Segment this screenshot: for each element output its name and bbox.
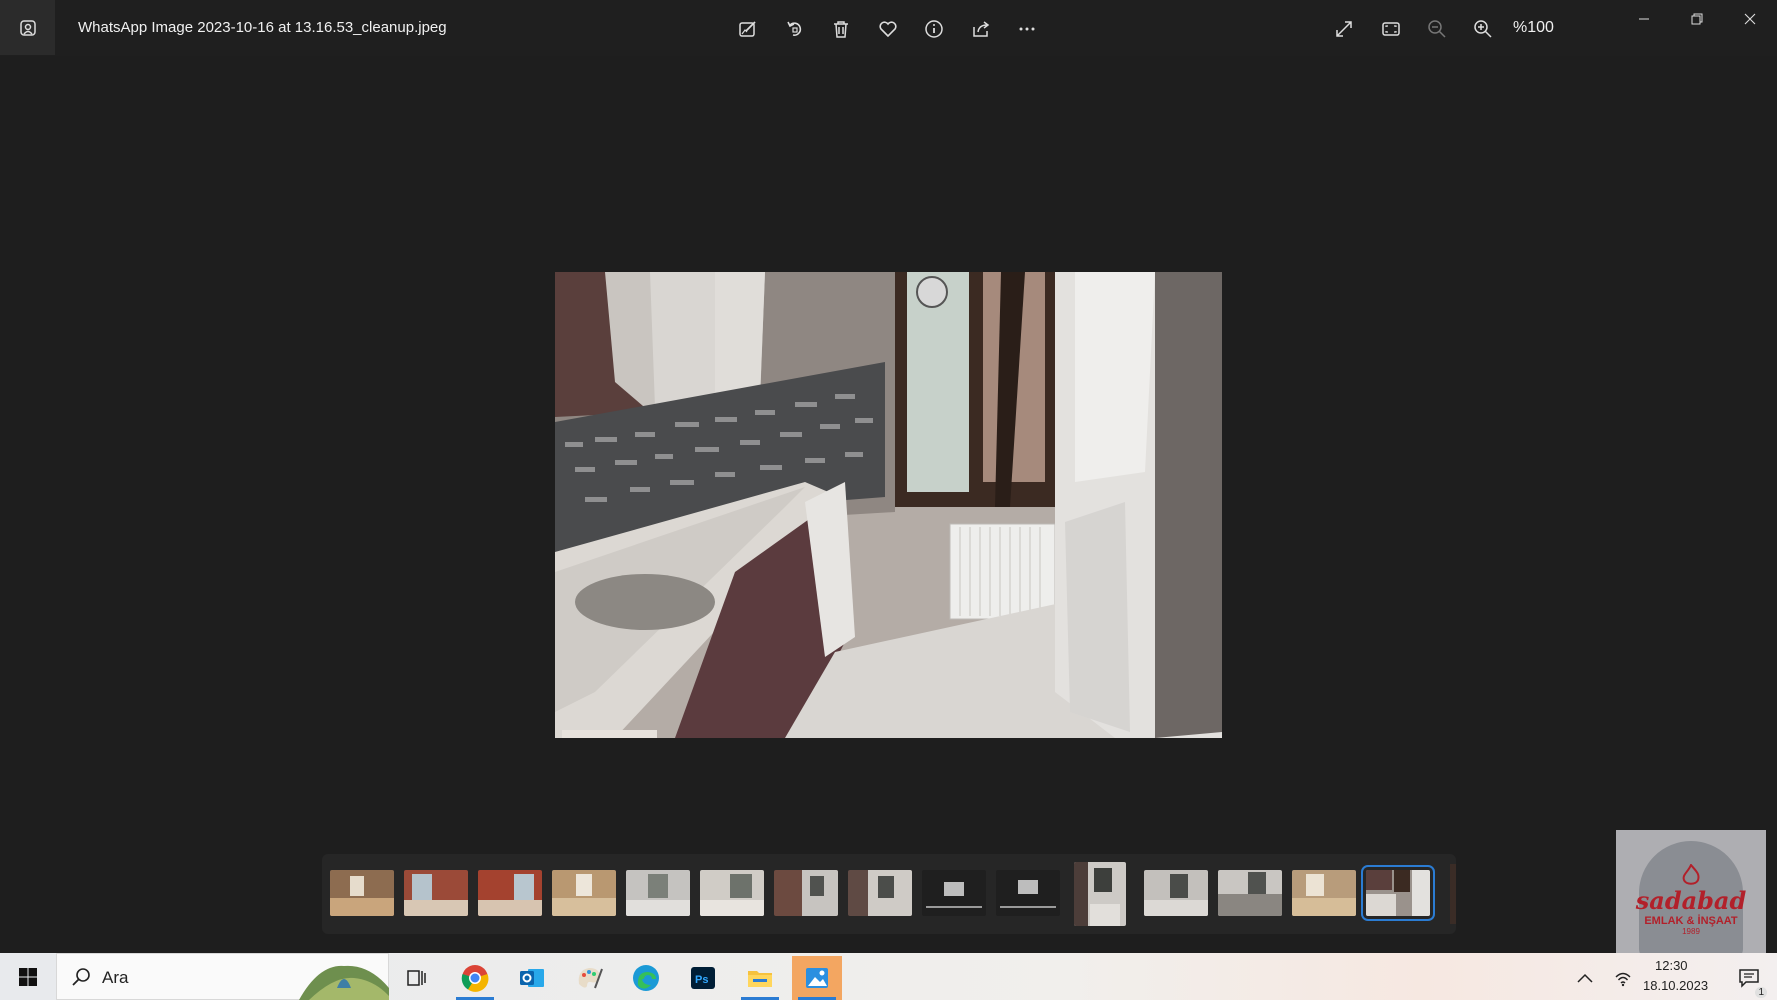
rotate-icon[interactable] <box>780 14 810 44</box>
logo-badge: sadabad EMLAK & İNŞAAT 1989 <box>1636 841 1746 959</box>
notification-count: 1 <box>1755 987 1767 998</box>
taskbar-outlook[interactable] <box>507 956 557 1000</box>
notification-center-button[interactable]: 1 <box>1727 956 1771 1000</box>
chrome-icon <box>461 965 489 992</box>
thumbnail[interactable] <box>330 870 394 916</box>
minimize-button[interactable] <box>1624 8 1664 30</box>
restore-button[interactable] <box>1677 8 1717 30</box>
taskbar-photoshop[interactable]: Ps <box>678 956 728 1000</box>
network-status[interactable] <box>1608 956 1638 1000</box>
thumbnail[interactable] <box>922 870 986 916</box>
zoom-in-icon[interactable] <box>1468 14 1498 44</box>
thumbnail[interactable] <box>848 870 912 916</box>
more-icon[interactable] <box>1012 14 1042 44</box>
thumbnail[interactable] <box>774 870 838 916</box>
thumbnail[interactable] <box>1074 862 1126 926</box>
delete-icon[interactable] <box>826 14 856 44</box>
fit-icon[interactable] <box>1376 14 1406 44</box>
window-title: WhatsApp Image 2023-10-16 at 13.16.53_cl… <box>78 19 447 36</box>
start-button[interactable] <box>0 953 56 1000</box>
taskbar-photos[interactable] <box>792 956 842 1000</box>
notification-icon <box>1739 969 1759 988</box>
title-bar: WhatsApp Image 2023-10-16 at 13.16.53_cl… <box>0 0 1777 56</box>
thumbnail[interactable] <box>1218 870 1282 916</box>
thumbnail[interactable] <box>1144 870 1208 916</box>
company-logo: sadabad EMLAK & İNŞAAT 1989 <box>1616 830 1766 970</box>
zoom-out-icon[interactable] <box>1422 14 1452 44</box>
zoom-level[interactable]: %100 <box>1513 19 1554 37</box>
info-icon[interactable] <box>919 14 949 44</box>
show-hidden-icons-button[interactable] <box>1570 956 1600 1000</box>
logo-subtitle: EMLAK & İNŞAAT <box>1644 915 1738 927</box>
outlook-icon <box>520 969 544 987</box>
thumbnail[interactable] <box>404 870 468 916</box>
taskbar-chrome[interactable] <box>450 956 500 1000</box>
thumbnail[interactable] <box>552 870 616 916</box>
windows-icon <box>19 967 37 986</box>
wifi-icon <box>1615 972 1631 987</box>
photoshop-icon: Ps <box>691 967 715 989</box>
search-placeholder: Ara <box>102 968 129 987</box>
search-icon <box>72 968 90 986</box>
svg-text:Ps: Ps <box>695 974 708 986</box>
thumbnail[interactable] <box>996 870 1060 916</box>
photos-app-icon[interactable] <box>0 0 55 55</box>
thumbnail[interactable] <box>478 870 542 916</box>
favorite-icon[interactable] <box>873 14 903 44</box>
search-box[interactable]: Ara <box>56 953 389 1000</box>
paint-icon <box>578 968 603 989</box>
clock-time[interactable]: 12:30 <box>1655 958 1688 973</box>
edge-icon <box>633 965 659 991</box>
task-view-button[interactable] <box>392 956 442 1000</box>
close-button[interactable] <box>1730 8 1770 30</box>
photos-icon <box>806 968 828 988</box>
taskbar-paint[interactable] <box>564 956 614 1000</box>
thumbnail[interactable] <box>626 870 690 916</box>
taskbar-file-explorer[interactable] <box>735 956 785 1000</box>
share-icon[interactable] <box>966 14 996 44</box>
logo-year: 1989 <box>1682 927 1700 936</box>
thumbnail[interactable] <box>1292 870 1356 916</box>
kitchen-photo-image <box>555 272 1222 738</box>
filmstrip-scroll-edge <box>1450 864 1456 924</box>
chevron-up-icon <box>1577 973 1593 983</box>
thumbnail[interactable] <box>700 870 764 916</box>
thumbnail-selected[interactable] <box>1361 865 1435 921</box>
edit-icon[interactable] <box>733 14 763 44</box>
filmstrip <box>322 854 1456 934</box>
logo-name: sadabad <box>1635 886 1747 915</box>
fullscreen-icon[interactable] <box>1329 14 1359 44</box>
main-photo <box>555 272 1222 738</box>
task-view-icon <box>407 970 426 986</box>
flame-icon <box>1682 864 1700 885</box>
clock-date[interactable]: 18.10.2023 <box>1643 978 1708 993</box>
file-explorer-icon <box>748 971 772 987</box>
search-highlight-image <box>299 965 389 1000</box>
taskbar: Ara Ps 12:30 18.10.2023 1 <box>0 953 1777 1000</box>
taskbar-edge[interactable] <box>621 956 671 1000</box>
